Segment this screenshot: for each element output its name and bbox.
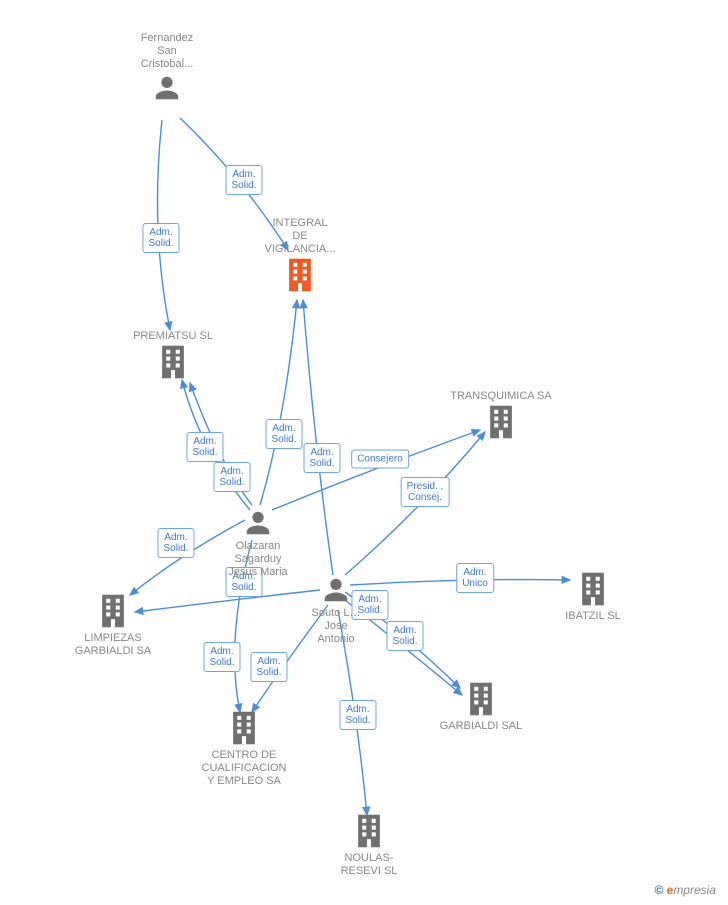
edge-label: Adm. Solid. xyxy=(303,443,340,473)
node-company-garbialdi[interactable]: GARBIALDI SAL xyxy=(421,680,541,733)
node-person-olazaran[interactable]: Olazaran Sagarduy Jesus Maria xyxy=(198,508,318,581)
edge xyxy=(260,300,297,505)
building-icon xyxy=(227,709,261,747)
edge-label: Adm. Solid. xyxy=(339,700,376,730)
copyright-symbol: © xyxy=(654,883,663,897)
node-label: TRANSQUIMICA SA xyxy=(441,390,561,403)
node-person-fernandez[interactable]: Fernandez San Cristobal... xyxy=(107,30,227,103)
edge-label: Adm. Solid. xyxy=(157,528,194,558)
edge-label: Adm. Solid. xyxy=(186,432,223,462)
node-company-ibatzil[interactable]: IBATZIL SL xyxy=(533,570,653,623)
edge-label: Adm. Solid. xyxy=(265,419,302,449)
edge-label: Adm. Solid. xyxy=(142,223,179,253)
node-label: Fernandez San Cristobal... xyxy=(107,32,227,71)
edge-label: Consejero xyxy=(351,450,409,469)
edge-label: Adm. Solid. xyxy=(203,642,240,672)
building-icon xyxy=(96,592,130,630)
diagram-canvas: { "diagram": { "nodes": { "fernandez": {… xyxy=(0,0,728,905)
building-icon xyxy=(156,343,190,381)
edge-label: Presid. , Consej. xyxy=(401,477,450,507)
building-icon xyxy=(283,256,317,294)
node-label: Souto L… Jose Antonio xyxy=(276,607,396,646)
node-label: CENTRO DE CUALIFICACION Y EMPLEO SA xyxy=(184,749,304,788)
node-label: IBATZIL SL xyxy=(533,610,653,623)
node-label: GARBIALDI SAL xyxy=(421,720,541,733)
node-label: Olazaran Sagarduy Jesus Maria xyxy=(198,540,318,579)
person-icon xyxy=(243,508,273,538)
building-icon xyxy=(464,680,498,718)
node-label: LIMPIEZAS GARBIALDI SA xyxy=(53,632,173,658)
node-company-premiatsu[interactable]: PREMIATSU SL xyxy=(113,328,233,381)
node-company-limpiezas[interactable]: LIMPIEZAS GARBIALDI SA xyxy=(53,592,173,658)
brand-rest: mpresia xyxy=(673,883,716,897)
node-label: NOULAS- RESEVI SL xyxy=(309,852,429,878)
node-company-transquimica[interactable]: TRANSQUIMICA SA xyxy=(441,388,561,441)
node-company-integral[interactable]: INTEGRAL DE VIGILANCIA... xyxy=(240,215,360,294)
node-company-noulas[interactable]: NOULAS- RESEVI SL xyxy=(309,812,429,878)
building-icon xyxy=(352,812,386,850)
brand-logo: empresia xyxy=(667,883,716,897)
building-icon xyxy=(576,570,610,608)
edge-label: Adm. Solid. xyxy=(213,462,250,492)
edge-label: Adm. Solid. xyxy=(225,165,262,195)
node-label: PREMIATSU SL xyxy=(113,330,233,343)
edge-label: Adm. Unico xyxy=(456,563,494,593)
person-icon xyxy=(321,575,351,605)
person-icon xyxy=(152,73,182,103)
building-icon xyxy=(484,403,518,441)
footer-copyright: © empresia xyxy=(654,883,716,897)
node-person-souto[interactable]: Souto L… Jose Antonio xyxy=(276,575,396,648)
edge-label: Adm. Solid. xyxy=(250,652,287,682)
node-company-centro[interactable]: CENTRO DE CUALIFICACION Y EMPLEO SA xyxy=(184,709,304,788)
node-label: INTEGRAL DE VIGILANCIA... xyxy=(240,217,360,256)
